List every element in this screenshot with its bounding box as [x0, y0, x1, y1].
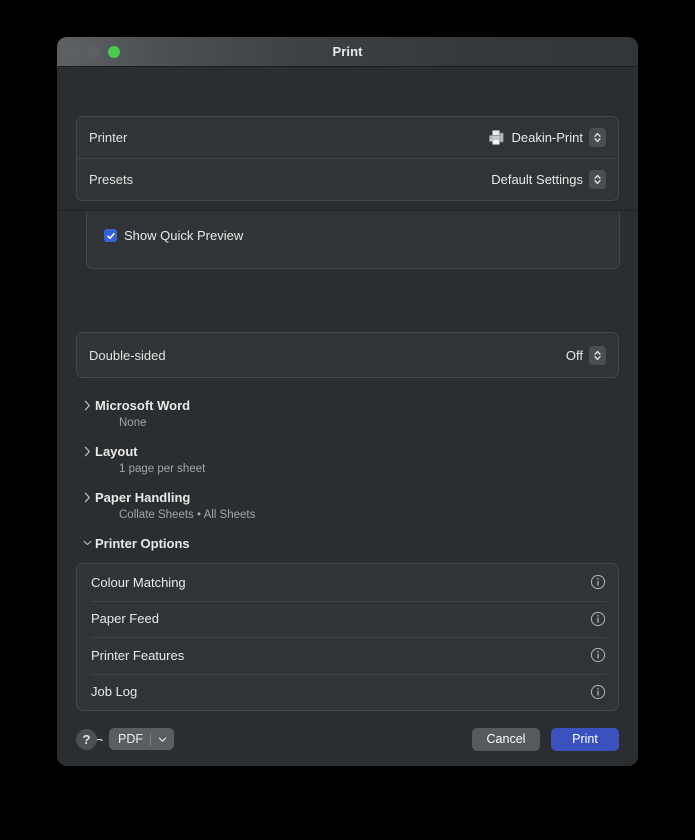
- section-printer-options-header[interactable]: Printer Options: [81, 534, 638, 552]
- presets-value: Default Settings: [491, 172, 583, 187]
- option-paper-feed-label: Paper Feed: [91, 611, 159, 626]
- printer-icon: [488, 129, 505, 146]
- option-printer-features[interactable]: Printer Features: [77, 637, 618, 674]
- title-bar: Print: [57, 37, 638, 67]
- section-layout-header[interactable]: Layout: [81, 442, 638, 460]
- printer-value: Deakin-Print: [511, 130, 583, 145]
- window-title: Print: [57, 44, 638, 59]
- section-microsoft-word-header[interactable]: Microsoft Word: [81, 396, 638, 414]
- option-paper-feed[interactable]: Paper Feed: [77, 601, 618, 638]
- double-sided-value-group[interactable]: Off: [566, 346, 606, 365]
- option-job-log[interactable]: Job Log: [77, 674, 618, 711]
- section-layout-title: Layout: [95, 444, 138, 459]
- option-colour-matching[interactable]: Colour Matching: [77, 564, 618, 601]
- section-paper-handling[interactable]: Paper Handling Collate Sheets • All Shee…: [57, 488, 638, 521]
- section-paper-handling-subtitle: Collate Sheets • All Sheets: [119, 509, 638, 521]
- screen: Print Printer Deakin-Print: [0, 0, 695, 840]
- section-paper-handling-title: Paper Handling: [95, 490, 190, 505]
- double-sided-value: Off: [566, 348, 583, 363]
- presets-stepper-icon[interactable]: [589, 170, 606, 189]
- section-microsoft-word-subtitle: None: [119, 417, 638, 429]
- chevron-down-icon[interactable]: [158, 730, 167, 748]
- double-sided-row[interactable]: Double-sided Off: [76, 332, 619, 378]
- printer-value-group[interactable]: Deakin-Print: [488, 128, 606, 147]
- chevron-down-icon[interactable]: [83, 537, 92, 549]
- section-printer-options-title: Printer Options: [95, 536, 190, 551]
- help-button[interactable]: ?: [76, 729, 97, 750]
- section-microsoft-word[interactable]: Microsoft Word None: [57, 396, 638, 429]
- minimize-button[interactable]: [88, 46, 100, 58]
- section-layout[interactable]: Layout 1 page per sheet: [57, 442, 638, 475]
- traffic-light-group: [68, 37, 120, 66]
- printer-stepper-icon[interactable]: [589, 128, 606, 147]
- cancel-button[interactable]: Cancel: [472, 728, 540, 751]
- chevron-right-icon[interactable]: [83, 445, 92, 457]
- printer-row[interactable]: Printer Deakin-Print: [77, 117, 618, 158]
- chevron-right-icon[interactable]: [83, 399, 92, 411]
- info-icon[interactable]: [590, 684, 606, 700]
- zoom-button[interactable]: [108, 46, 120, 58]
- quick-preview-panel: Show Quick Preview: [86, 211, 620, 269]
- printer-presets-panel: Printer Deakin-Print: [76, 116, 619, 201]
- checkmark-icon: [106, 231, 116, 241]
- print-dialog-window: Print Printer Deakin-Print: [57, 37, 638, 766]
- option-job-log-label: Job Log: [91, 684, 137, 699]
- settings-scroll-area[interactable]: Show Quick Preview Double-sided Off: [57, 211, 638, 741]
- info-icon[interactable]: [590, 574, 606, 590]
- section-microsoft-word-title: Microsoft Word: [95, 398, 190, 413]
- dialog-body: Printer Deakin-Print: [57, 67, 638, 766]
- section-paper-handling-header[interactable]: Paper Handling: [81, 488, 638, 506]
- footer-actions: Cancel Print: [472, 728, 619, 751]
- presets-row[interactable]: Presets Default Settings: [77, 158, 618, 200]
- settings-sections: Microsoft Word None Layout: [57, 396, 638, 741]
- section-printer-options[interactable]: Printer Options: [57, 534, 638, 552]
- chevron-right-icon[interactable]: [83, 491, 92, 503]
- pdf-button-label: PDF: [118, 732, 143, 746]
- info-icon[interactable]: [590, 611, 606, 627]
- pdf-button[interactable]: PDF: [109, 728, 174, 750]
- section-layout-subtitle: 1 page per sheet: [119, 463, 638, 475]
- printer-label: Printer: [89, 130, 127, 145]
- option-printer-features-label: Printer Features: [91, 648, 184, 663]
- close-button[interactable]: [68, 46, 80, 58]
- printer-options-list: Colour Matching Paper Feed: [76, 563, 619, 711]
- show-quick-preview-label: Show Quick Preview: [124, 228, 243, 243]
- double-sided-stepper-icon[interactable]: [589, 346, 606, 365]
- presets-label: Presets: [89, 172, 133, 187]
- info-icon[interactable]: [590, 647, 606, 663]
- double-sided-label: Double-sided: [89, 348, 166, 363]
- presets-value-group[interactable]: Default Settings: [491, 170, 606, 189]
- dialog-footer: ? PDF Cancel Print: [57, 711, 638, 766]
- show-quick-preview-row[interactable]: Show Quick Preview: [104, 228, 243, 243]
- pdf-button-separator: [150, 733, 151, 746]
- show-quick-preview-checkbox[interactable]: [104, 229, 117, 242]
- option-colour-matching-label: Colour Matching: [91, 575, 186, 590]
- print-button[interactable]: Print: [551, 728, 619, 751]
